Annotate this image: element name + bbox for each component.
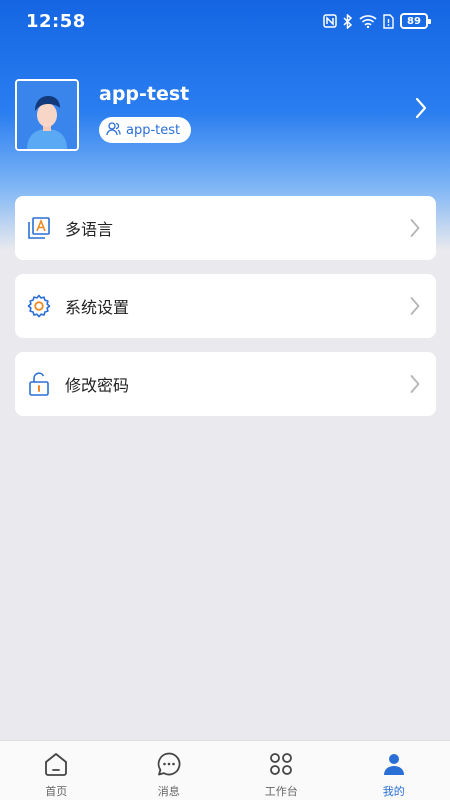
chevron-right-icon <box>410 374 420 394</box>
status-icons: 89 <box>323 13 431 29</box>
avatar[interactable] <box>15 79 79 151</box>
wifi-icon <box>359 14 377 28</box>
menu-item-language[interactable]: 多语言 <box>15 196 436 260</box>
sim-alert-icon <box>383 13 394 29</box>
tab-messages[interactable]: 消息 <box>113 741 226 800</box>
status-time: 12:58 <box>26 10 86 32</box>
bottom-tab-bar: 首页 消息 工作台 我的 <box>0 740 450 800</box>
battery-level: 89 <box>407 15 421 27</box>
role-label: app-test <box>126 122 181 138</box>
battery-icon: 89 <box>400 13 431 29</box>
user-icon <box>381 751 407 781</box>
tab-workbench[interactable]: 工作台 <box>225 741 338 800</box>
menu-item-change-password[interactable]: 修改密码 <box>15 352 436 416</box>
username: app-test <box>99 83 190 105</box>
chevron-right-icon <box>410 296 420 316</box>
tab-label: 消息 <box>157 785 180 798</box>
message-icon <box>156 751 182 781</box>
language-icon <box>27 216 51 240</box>
workbench-icon <box>268 751 294 781</box>
role-badge: app-test <box>99 117 192 143</box>
status-bar: 12:58 89 <box>0 0 450 42</box>
gear-icon <box>27 294 51 318</box>
profile-section[interactable]: app-test app-test <box>15 79 435 151</box>
menu-item-system-settings[interactable]: 系统设置 <box>15 274 436 338</box>
chevron-right-icon[interactable] <box>415 97 427 123</box>
menu-item-label: 多语言 <box>65 220 114 239</box>
menu-item-label: 修改密码 <box>65 376 130 395</box>
chevron-right-icon <box>410 218 420 238</box>
unlock-icon <box>27 372 51 396</box>
bluetooth-icon <box>343 13 353 29</box>
tab-label: 首页 <box>45 785 68 798</box>
tab-label: 工作台 <box>264 785 298 798</box>
tab-label: 我的 <box>382 785 405 798</box>
users-icon <box>106 121 121 140</box>
nfc-icon <box>323 14 337 28</box>
home-icon <box>43 751 69 781</box>
tab-home[interactable]: 首页 <box>0 741 113 800</box>
menu-item-label: 系统设置 <box>65 298 130 317</box>
tab-profile[interactable]: 我的 <box>338 741 450 800</box>
